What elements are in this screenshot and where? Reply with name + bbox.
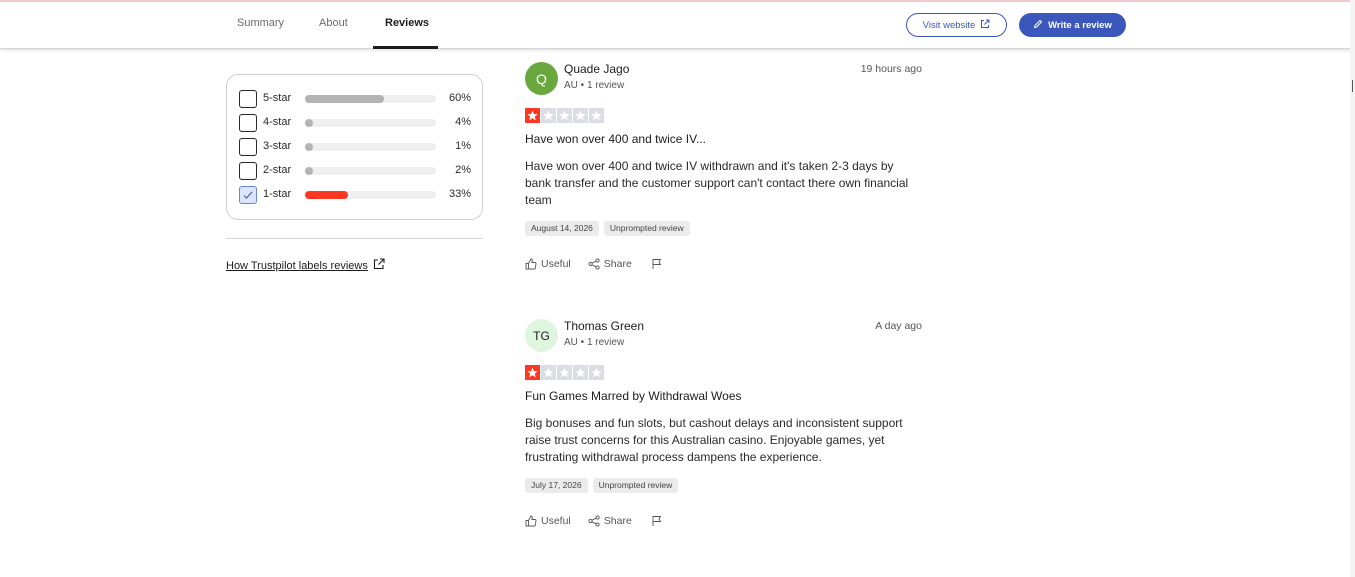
review-actions: Useful Share xyxy=(525,515,663,527)
filter-bar-track xyxy=(305,119,436,127)
review-card: TG Thomas Green AU • 1 review A day ago … xyxy=(525,319,922,529)
review-tags: August 14, 2026 Unprompted review xyxy=(525,221,690,236)
external-link-icon xyxy=(980,19,990,32)
tab-about[interactable]: About xyxy=(319,17,348,29)
active-tab-indicator xyxy=(373,46,438,49)
star-icon xyxy=(525,365,540,380)
filter-row-3-star[interactable]: 3-star 1% xyxy=(239,138,471,156)
how-trustpilot-labels-link[interactable]: How Trustpilot labels reviews xyxy=(226,258,385,273)
tab-summary[interactable]: Summary xyxy=(237,17,284,29)
star-icon xyxy=(557,365,572,380)
star-icon xyxy=(573,365,588,380)
unprompted-badge[interactable]: Unprompted review xyxy=(603,221,690,236)
filter-checkbox-5-star[interactable] xyxy=(239,90,257,108)
useful-button[interactable]: Useful xyxy=(525,258,571,270)
filter-row-2-star[interactable]: 2-star 2% xyxy=(239,162,471,180)
filter-bar-fill xyxy=(305,95,384,103)
flag-icon xyxy=(652,259,662,269)
sidebar-divider xyxy=(226,238,483,239)
star-icon xyxy=(541,108,556,123)
visit-website-label: Visit website xyxy=(922,19,976,31)
share-label: Share xyxy=(603,258,632,270)
avatar[interactable]: Q xyxy=(525,62,558,95)
checkmark-icon xyxy=(243,191,253,199)
filter-row-1-star[interactable]: 1-star 33% xyxy=(239,186,471,204)
how-link-label: How Trustpilot labels reviews xyxy=(226,259,368,272)
review-date-badge: July 17, 2026 xyxy=(525,478,588,493)
header-bar: Summary About Reviews Visit website Writ… xyxy=(0,2,1355,49)
review-tags: July 17, 2026 Unprompted review xyxy=(525,478,679,493)
visit-website-button[interactable]: Visit website xyxy=(906,13,1007,37)
filter-bar-track xyxy=(305,167,436,175)
review-text: Big bonuses and fun slots, but cashout d… xyxy=(525,416,903,464)
filter-label: 2-star xyxy=(263,164,292,176)
share-label: Share xyxy=(603,515,632,527)
filter-percentage: 60% xyxy=(448,92,471,104)
filter-checkbox-4-star[interactable] xyxy=(239,114,257,132)
share-icon xyxy=(588,258,600,270)
reviewer-name[interactable]: Thomas Green xyxy=(564,319,644,333)
filter-percentage: 4% xyxy=(455,116,471,128)
star-icon xyxy=(573,108,588,123)
report-button[interactable] xyxy=(651,258,663,270)
useful-label: Useful xyxy=(541,258,571,270)
star-icon xyxy=(589,365,604,380)
filter-label: 5-star xyxy=(263,92,292,104)
reviewer-name[interactable]: Quade Jago xyxy=(564,62,629,76)
review-time: A day ago xyxy=(875,320,922,332)
share-icon xyxy=(588,515,600,527)
thumbs-up-icon xyxy=(525,515,537,527)
star-icon xyxy=(589,108,604,123)
filter-bar-track xyxy=(305,143,436,151)
avatar[interactable]: TG xyxy=(525,319,558,352)
filter-bar-fill xyxy=(305,119,313,127)
unprompted-badge[interactable]: Unprompted review xyxy=(592,478,679,493)
write-review-button[interactable]: Write a review xyxy=(1019,13,1126,37)
star-icon xyxy=(525,108,540,123)
reviewer-meta: AU • 1 review xyxy=(564,80,625,91)
review-title[interactable]: Fun Games Marred by Withdrawal Woes xyxy=(525,389,742,403)
share-button[interactable]: Share xyxy=(588,258,632,270)
review-actions: Useful Share xyxy=(525,258,663,270)
share-button[interactable]: Share xyxy=(588,515,632,527)
filter-row-4-star[interactable]: 4-star 4% xyxy=(239,114,471,132)
filter-checkbox-1-star[interactable] xyxy=(239,186,257,204)
flag-icon xyxy=(652,516,662,526)
star-icon xyxy=(557,108,572,123)
star-rating xyxy=(525,365,604,380)
filter-percentage: 33% xyxy=(448,188,471,200)
useful-label: Useful xyxy=(541,515,571,527)
review-date-badge: August 14, 2026 xyxy=(525,221,599,236)
reviewer-meta: AU • 1 review xyxy=(564,337,625,348)
filter-bar-fill xyxy=(305,143,313,151)
review-card: Q Quade Jago AU • 1 review 19 hours ago … xyxy=(525,62,922,272)
scrollbar-thumb[interactable] xyxy=(1352,80,1353,92)
useful-button[interactable]: Useful xyxy=(525,515,571,527)
pencil-icon xyxy=(1033,19,1043,32)
filter-bar-track xyxy=(305,191,436,199)
filter-bar-fill xyxy=(305,167,313,175)
review-title[interactable]: Have won over 400 and twice IV... xyxy=(525,132,706,146)
filter-row-5-star[interactable]: 5-star 60% xyxy=(239,90,471,108)
filter-label: 1-star xyxy=(263,188,292,200)
review-text: Have won over 400 and twice IV withdrawn… xyxy=(525,159,909,207)
external-link-icon xyxy=(373,258,385,273)
filter-label: 4-star xyxy=(263,116,292,128)
review-time: 19 hours ago xyxy=(860,63,922,75)
filter-percentage: 1% xyxy=(455,140,471,152)
filter-bar-track xyxy=(305,95,436,103)
report-button[interactable] xyxy=(651,515,663,527)
star-icon xyxy=(541,365,556,380)
filter-percentage: 2% xyxy=(455,164,471,176)
star-filter-panel: 5-star 60% 4-star 4% 3-star 1% 2-star 2%… xyxy=(226,74,483,220)
filter-bar-fill xyxy=(305,191,349,199)
filter-checkbox-3-star[interactable] xyxy=(239,138,257,156)
write-review-label: Write a review xyxy=(1048,19,1112,31)
filter-checkbox-2-star[interactable] xyxy=(239,162,257,180)
tab-reviews[interactable]: Reviews xyxy=(385,17,429,29)
filter-label: 3-star xyxy=(263,140,292,152)
thumbs-up-icon xyxy=(525,258,537,270)
star-rating xyxy=(525,108,604,123)
